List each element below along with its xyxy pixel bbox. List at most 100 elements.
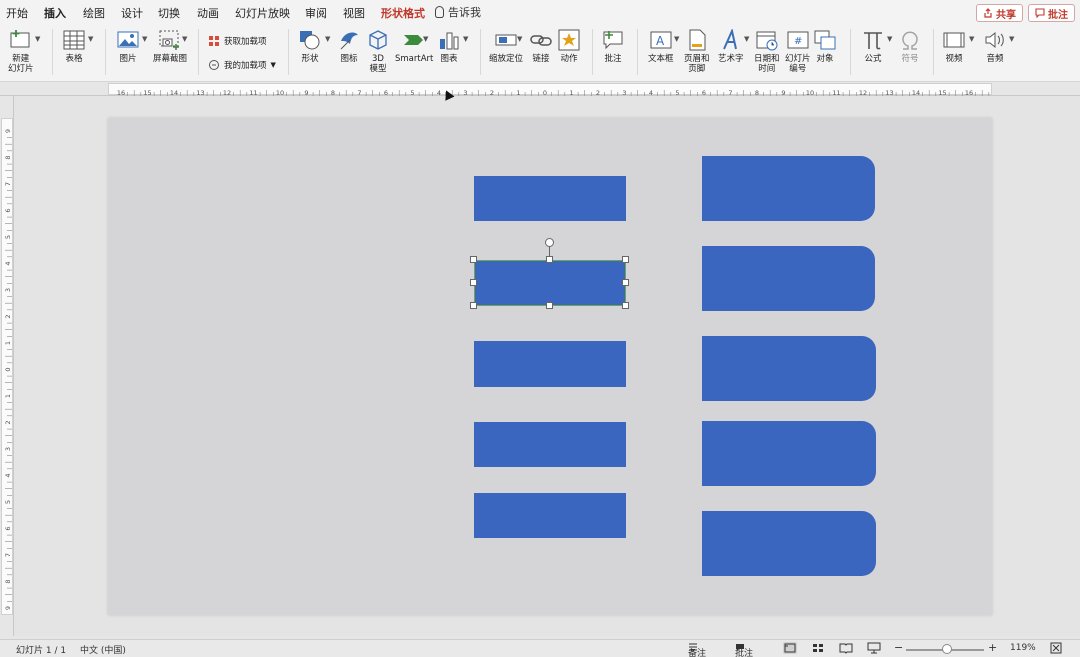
- header-footer-button[interactable]: 页眉和 页脚: [684, 29, 710, 74]
- ruler-strip: 16 15 14 13 12 11 10 9 8 7 6 5 4 3 2 1 0 1 2 3 4 5 6 7 8 9 10 11 12 1…: [108, 83, 992, 97]
- resize-handle[interactable]: [546, 256, 553, 263]
- speaker-icon: [984, 29, 1006, 51]
- resize-handle[interactable]: [470, 256, 477, 263]
- tab-design[interactable]: 设计: [121, 5, 143, 21]
- tab-transitions[interactable]: 切换: [158, 5, 180, 21]
- fit-to-window-button[interactable]: [1050, 642, 1064, 654]
- tab-shape-format[interactable]: 形状格式: [381, 5, 425, 21]
- chevron-down-icon[interactable]: ▼: [1009, 35, 1014, 43]
- rectangle-shape[interactable]: [474, 176, 626, 221]
- svg-text:#: #: [794, 36, 802, 47]
- chevron-down-icon[interactable]: ▼: [969, 35, 974, 43]
- ruler-number: 6: [4, 526, 12, 530]
- icons-button[interactable]: 图标: [338, 29, 360, 64]
- wordart-button[interactable]: 艺术字: [718, 27, 744, 64]
- action-button[interactable]: 动作: [558, 29, 580, 64]
- link-button[interactable]: 链接: [530, 29, 552, 64]
- 3d-models-button[interactable]: 3D 模型: [367, 29, 389, 74]
- video-button[interactable]: 视频: [943, 29, 965, 64]
- chevron-down-icon[interactable]: ▼: [463, 35, 468, 43]
- tab-animations[interactable]: 动画: [197, 5, 219, 21]
- tab-insert[interactable]: 插入: [44, 5, 66, 26]
- zoom-slider-thumb[interactable]: [942, 644, 952, 654]
- vertical-ruler[interactable]: 9 8 7 6 5 4 3 2 1 0 1 2 3 4 5 6 7 8 9: [0, 96, 14, 636]
- reading-view-button[interactable]: [839, 642, 853, 654]
- slide-number-button[interactable]: # 幻灯片 编号: [785, 29, 811, 74]
- chevron-down-icon[interactable]: ▼: [887, 35, 892, 43]
- chevron-down-icon[interactable]: ▼: [517, 35, 522, 43]
- video-label: 视频: [945, 54, 963, 64]
- normal-view-button[interactable]: [783, 642, 797, 654]
- tell-me-label: 告诉我: [448, 6, 481, 19]
- object-button[interactable]: 对象: [814, 29, 836, 64]
- chevron-down-icon: ▼: [270, 61, 276, 69]
- tab-slideshow[interactable]: 幻灯片放映: [235, 5, 290, 21]
- rounded-rectangle-shape[interactable]: [702, 246, 875, 311]
- rounded-rectangle-shape[interactable]: [702, 511, 876, 576]
- tab-review[interactable]: 审阅: [305, 5, 327, 21]
- share-button[interactable]: 共享: [976, 4, 1023, 22]
- tell-me-box[interactable]: 告诉我: [435, 4, 481, 20]
- object-icon: [814, 29, 836, 51]
- resize-handle[interactable]: [622, 302, 629, 309]
- chevron-down-icon[interactable]: ▼: [674, 35, 679, 43]
- rounded-rectangle-shape[interactable]: [702, 156, 875, 221]
- resize-handle[interactable]: [546, 302, 553, 309]
- tab-view[interactable]: 视图: [343, 5, 365, 21]
- resize-handle[interactable]: [470, 302, 477, 309]
- slideshow-button[interactable]: [867, 642, 881, 654]
- chevron-down-icon[interactable]: ▼: [325, 35, 330, 43]
- rectangle-shape[interactable]: [474, 341, 626, 387]
- chevron-down-icon[interactable]: ▼: [35, 35, 40, 43]
- chevron-down-icon[interactable]: ▼: [744, 35, 749, 43]
- textbox-button[interactable]: A 文本框: [648, 29, 674, 64]
- shapes-button[interactable]: 形状: [299, 29, 321, 64]
- rotate-handle[interactable]: [545, 238, 554, 247]
- horizontal-ruler[interactable]: 16 15 14 13 12 11 10 9 8 7 6 5 4 3 2 1 0 1 2 3 4 5 6 7 8 9 10 11 12 1…: [0, 82, 1080, 97]
- symbol-button[interactable]: 符号: [899, 29, 921, 64]
- picture-button[interactable]: 图片: [117, 29, 139, 64]
- tab-home[interactable]: 开始: [6, 5, 28, 21]
- language-indicator[interactable]: 中文 (中国): [80, 643, 126, 656]
- comment-button[interactable]: 批注: [602, 29, 624, 64]
- chevron-down-icon[interactable]: ▼: [423, 35, 428, 43]
- resize-handle[interactable]: [622, 256, 629, 263]
- action-label: 动作: [560, 54, 578, 64]
- zoom-in-icon[interactable]: +: [988, 641, 997, 654]
- slide-sorter-button[interactable]: [811, 642, 825, 654]
- editing-canvas[interactable]: [14, 96, 1080, 636]
- zoom-percent[interactable]: 119%: [1010, 643, 1036, 653]
- date-time-button[interactable]: 日期和 时间: [754, 29, 780, 74]
- fit-window-icon: [1050, 642, 1062, 654]
- header-footer-label: 页眉和 页脚: [684, 54, 710, 74]
- ruler-number: 8: [4, 155, 12, 159]
- resize-handle[interactable]: [622, 279, 629, 286]
- resize-handle[interactable]: [470, 279, 477, 286]
- status-comments-button[interactable]: 批注: [735, 643, 753, 657]
- slide[interactable]: [108, 118, 992, 615]
- smartart-label: SmartArt: [395, 54, 434, 64]
- new-slide-icon: [10, 29, 32, 51]
- rectangle-shape-selected[interactable]: [474, 260, 626, 306]
- rounded-rectangle-shape[interactable]: [702, 421, 876, 486]
- chevron-down-icon[interactable]: ▼: [88, 35, 93, 43]
- comments-button[interactable]: 批注: [1028, 4, 1075, 22]
- object-label: 对象: [816, 54, 834, 64]
- tab-draw[interactable]: 绘图: [83, 5, 105, 21]
- chart-button[interactable]: 图表: [438, 29, 460, 64]
- divider: [288, 29, 289, 75]
- wordart-label: 艺术字: [718, 54, 744, 64]
- my-addins-button[interactable]: 我的加载项 ▼: [208, 59, 276, 71]
- chevron-down-icon[interactable]: ▼: [182, 35, 187, 43]
- zoom-out-icon[interactable]: −: [894, 641, 903, 654]
- audio-button[interactable]: 音频: [984, 29, 1006, 64]
- rectangle-shape[interactable]: [474, 422, 626, 467]
- new-slide-button[interactable]: 新建 幻灯片: [8, 29, 34, 74]
- rectangle-shape[interactable]: [474, 493, 626, 538]
- chevron-down-icon[interactable]: ▼: [142, 35, 147, 43]
- rounded-rectangle-shape[interactable]: [702, 336, 876, 401]
- table-button[interactable]: 表格: [63, 29, 85, 64]
- get-addins-button[interactable]: 获取加载项: [208, 35, 267, 47]
- equation-button[interactable]: 公式: [862, 29, 884, 64]
- notes-button[interactable]: 备注: [688, 643, 706, 657]
